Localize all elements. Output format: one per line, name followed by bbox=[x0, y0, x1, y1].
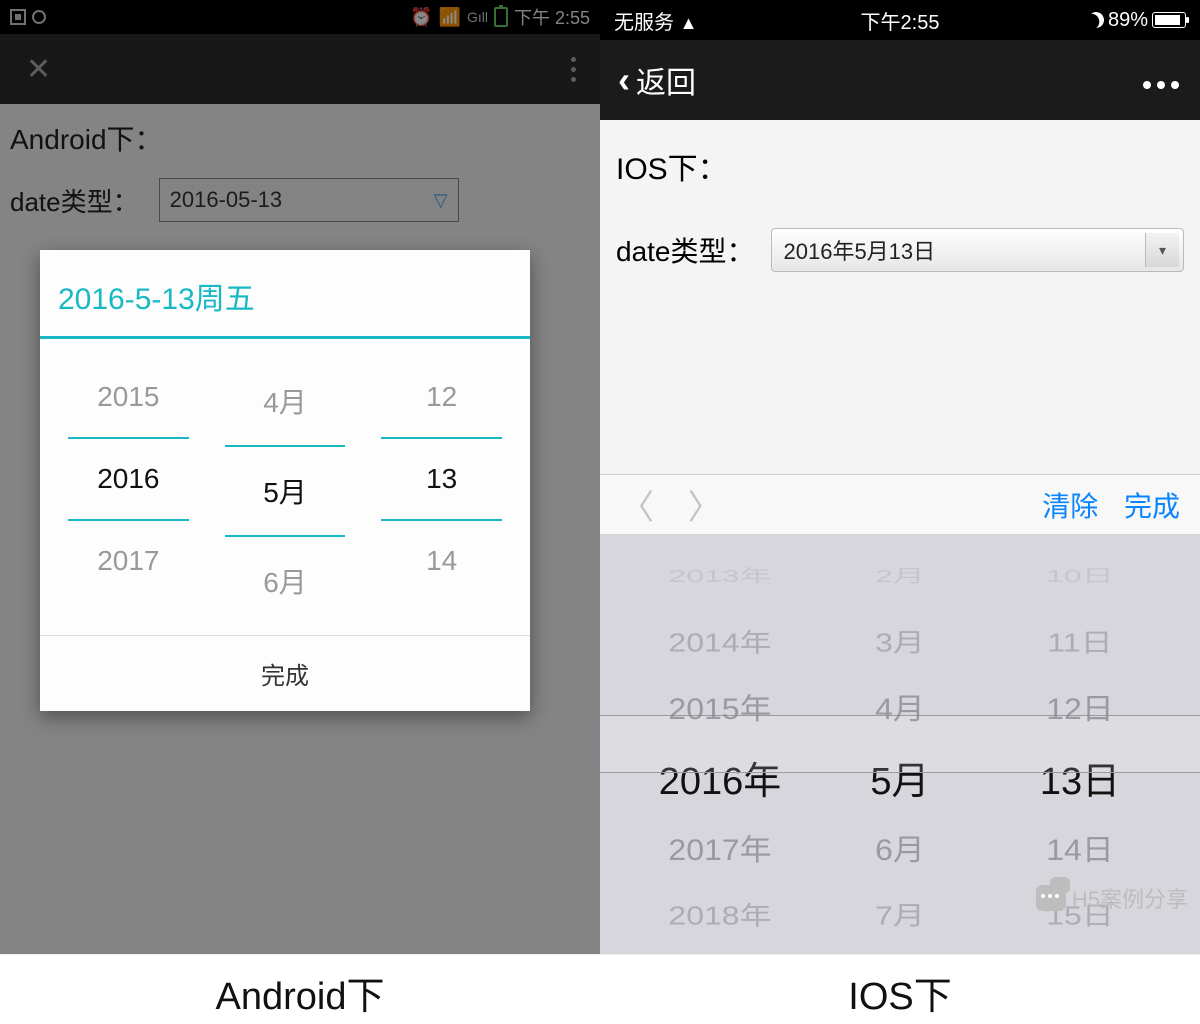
month-wheel[interactable]: 1月 2月 3月 4月 5月 6月 7月 8月 bbox=[810, 534, 990, 954]
caption-row: Android下 IOS下 bbox=[0, 954, 1200, 1024]
done-button[interactable]: 完成 bbox=[1124, 491, 1180, 522]
year-column[interactable]: 2015 2016 2017 bbox=[50, 357, 207, 625]
battery-icon bbox=[1152, 12, 1186, 28]
clear-button[interactable]: 清除 bbox=[1042, 491, 1098, 522]
carrier-label: 无服务 bbox=[614, 12, 674, 34]
done-button[interactable]: 完成 bbox=[40, 635, 530, 711]
wifi-icon: ▲ bbox=[680, 13, 698, 33]
more-button[interactable] bbox=[1140, 63, 1182, 97]
back-button[interactable]: ‹ 返回 bbox=[618, 58, 696, 102]
watermark: H5案例分享 bbox=[1036, 882, 1188, 914]
dropdown-icon: ▾ bbox=[1145, 233, 1179, 267]
status-time: 下午2:55 bbox=[861, 6, 940, 35]
do-not-disturb-icon bbox=[1086, 10, 1107, 31]
caption-android: Android下 bbox=[0, 955, 600, 1024]
caption-ios: IOS下 bbox=[600, 955, 1200, 1024]
date-field-label: date类型： bbox=[616, 230, 755, 270]
back-label: 返回 bbox=[636, 58, 696, 102]
ios-heading: IOS下： bbox=[616, 144, 1184, 188]
year-wheel[interactable]: 2012年 2013年 2014年 2015年 2016年 2017年 2018… bbox=[630, 534, 810, 954]
chevron-left-icon: ‹ bbox=[618, 59, 630, 101]
picker-title: 2016-5-13周五 bbox=[40, 250, 530, 339]
date-input[interactable]: 2016年5月13日 ▾ bbox=[771, 228, 1185, 272]
ios-nav-bar: ‹ 返回 bbox=[600, 40, 1200, 120]
date-input-value: 2016年5月13日 bbox=[784, 234, 936, 266]
ios-status-bar: 无服务 ▲ 下午2:55 89% bbox=[600, 0, 1200, 40]
next-field-button[interactable]: 〉 bbox=[688, 489, 722, 527]
prev-field-button[interactable]: 〈 bbox=[620, 489, 654, 527]
wechat-icon bbox=[1036, 885, 1066, 911]
android-date-picker: 2016-5-13周五 2015 2016 2017 4月 5月 6月 12 1 bbox=[40, 250, 530, 711]
battery-percent: 89% bbox=[1108, 9, 1148, 32]
month-column[interactable]: 4月 5月 6月 bbox=[207, 357, 364, 625]
picker-toolbar: 〈 〉 清除 完成 bbox=[600, 474, 1200, 534]
day-column[interactable]: 12 13 14 bbox=[363, 357, 520, 625]
